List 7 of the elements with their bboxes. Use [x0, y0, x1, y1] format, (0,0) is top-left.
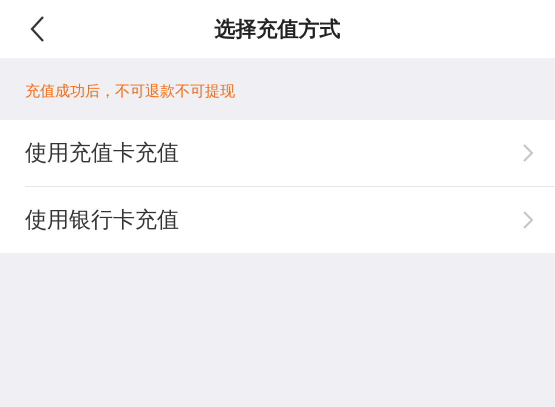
notice-text: 充值成功后，不可退款不可提现 — [25, 82, 235, 100]
option-row[interactable]: 使用充值卡充值 — [25, 120, 555, 186]
page-title: 选择充值方式 — [214, 16, 340, 43]
chevron-icon — [523, 144, 533, 162]
chevron-icon — [523, 211, 533, 229]
back-icon — [29, 15, 45, 43]
option-row[interactable]: 使用银行卡充值 — [25, 186, 555, 253]
